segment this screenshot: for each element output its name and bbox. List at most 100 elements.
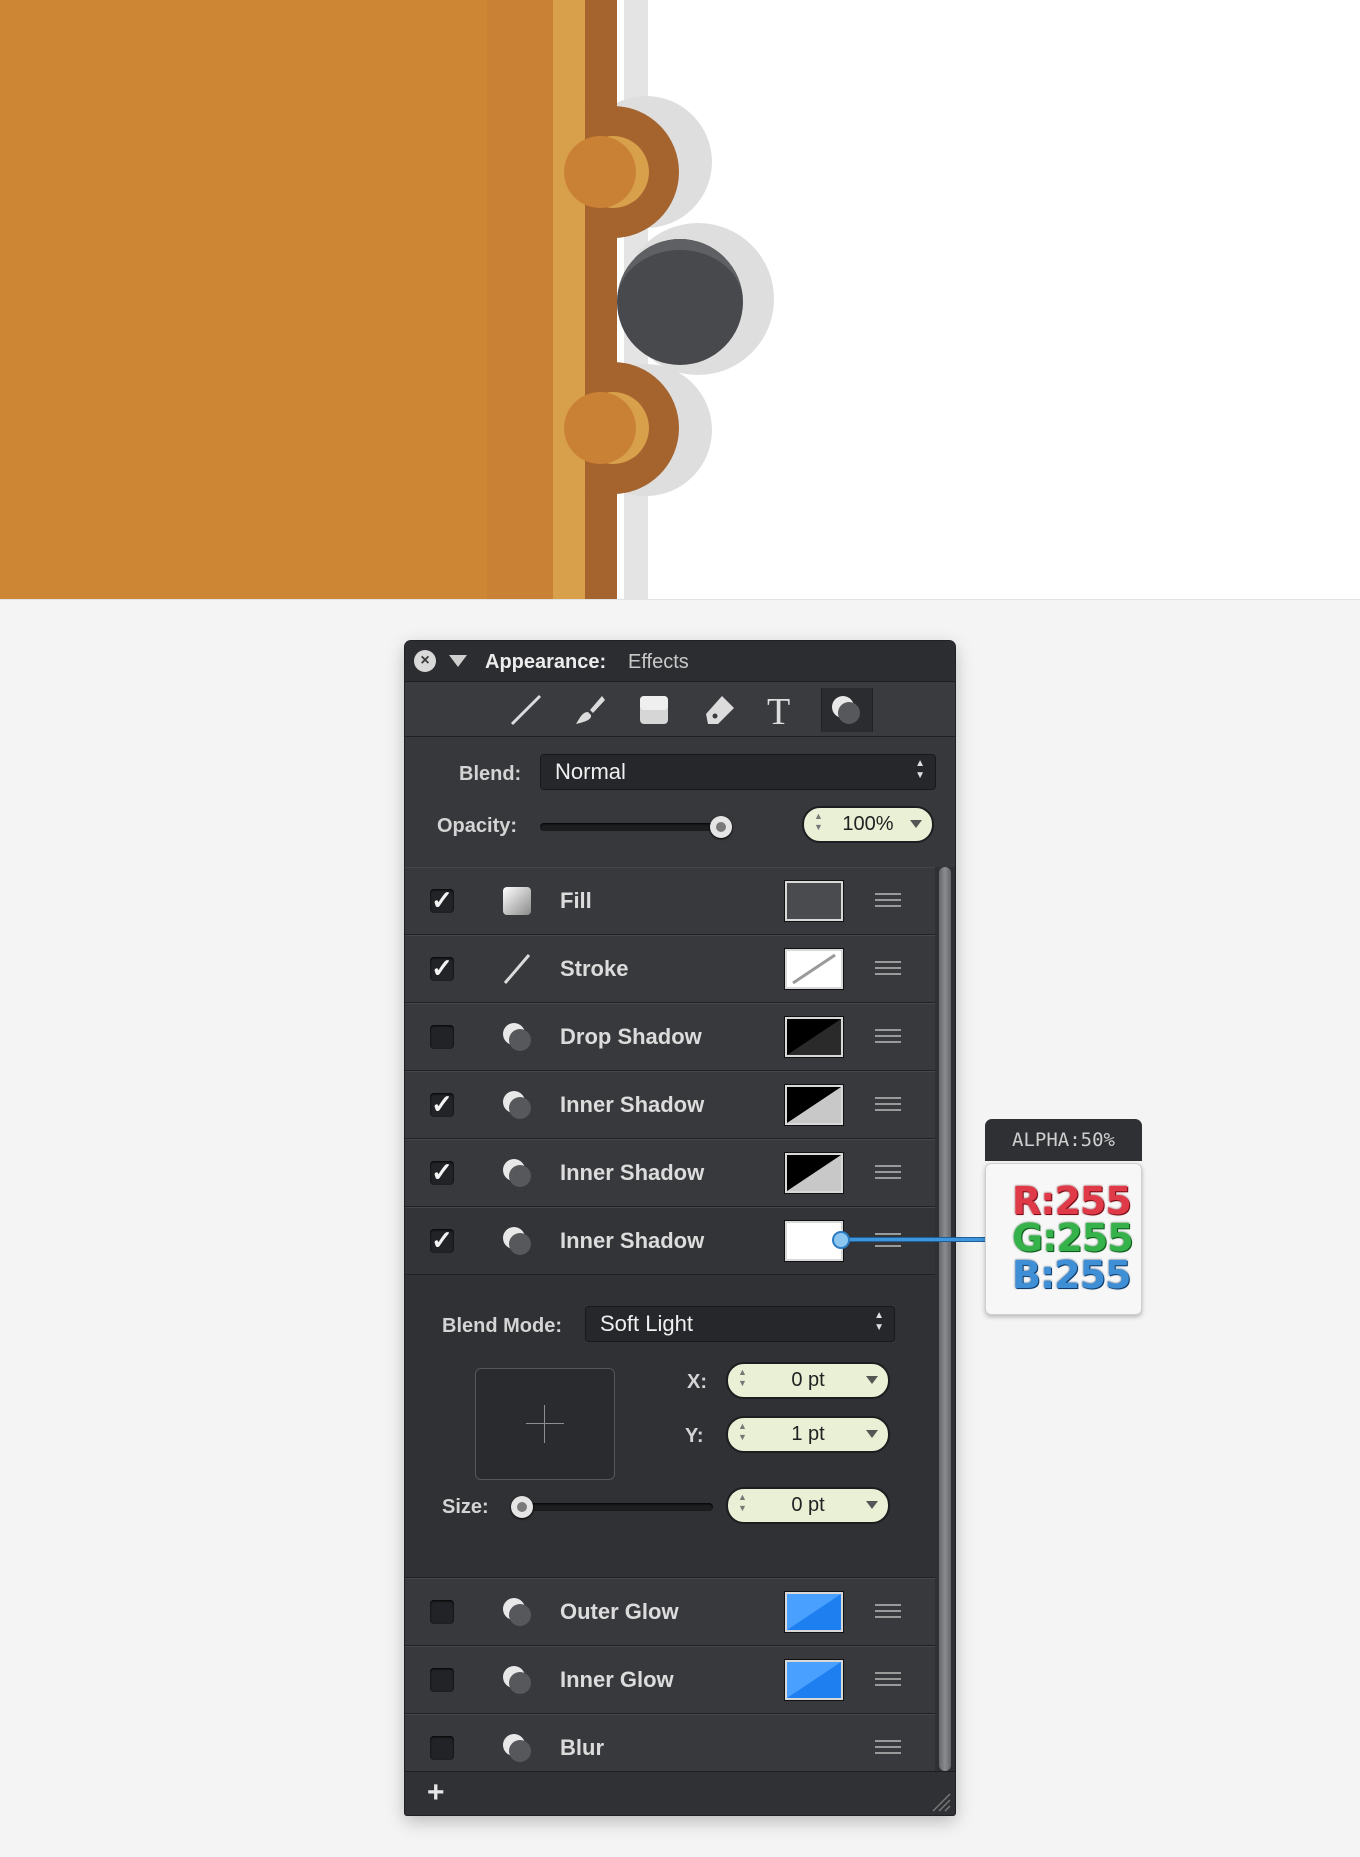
- fill-swatch[interactable]: [785, 881, 843, 921]
- blend-mode-value: Soft Light: [600, 1311, 693, 1336]
- drop-shadow-checkbox[interactable]: [430, 1025, 454, 1049]
- chevron-down-icon[interactable]: [866, 1501, 878, 1509]
- effect-label: Inner Shadow: [560, 1160, 705, 1185]
- panel-title-label: Appearance:: [485, 651, 607, 673]
- stitch-strip: [553, 0, 585, 600]
- clip-top-rivet: [564, 136, 636, 208]
- appearance-toolbar: T: [405, 682, 955, 737]
- effect-row-inner-glow[interactable]: Inner Glow: [405, 1646, 935, 1714]
- effect-icon: [503, 1023, 531, 1051]
- binding-strap: [585, 0, 617, 600]
- drag-handle-icon[interactable]: [875, 893, 901, 907]
- inner-shadow-swatch[interactable]: [785, 1153, 843, 1193]
- x-stepper[interactable]: ▲ ▼ 0 pt: [726, 1362, 890, 1399]
- add-effect-button[interactable]: +: [427, 1776, 445, 1810]
- size-stepper[interactable]: ▲ ▼ 0 pt: [726, 1487, 890, 1524]
- effect-icon: [503, 1734, 531, 1762]
- select-arrows-icon: ▲ ▼: [915, 758, 925, 781]
- inner-glow-swatch[interactable]: [785, 1660, 843, 1700]
- offset-pad[interactable]: [475, 1368, 615, 1480]
- effect-row-fill[interactable]: ✓ Fill: [405, 867, 935, 935]
- blend-value: Normal: [555, 759, 626, 784]
- green-value: G:255: [1012, 1216, 1134, 1260]
- fill-checkbox[interactable]: ✓: [430, 887, 454, 913]
- text-tool-icon: T: [767, 691, 791, 733]
- blend-mode-label: Blend Mode:: [442, 1315, 562, 1337]
- effects-scrollbar[interactable]: [935, 867, 955, 1771]
- effect-icon: [503, 1091, 531, 1119]
- effect-label: Stroke: [560, 956, 629, 981]
- close-icon[interactable]: ×: [414, 650, 436, 672]
- offset-crosshair-v: [544, 1405, 545, 1443]
- effect-label: Blur: [560, 1735, 604, 1760]
- effect-label: Outer Glow: [560, 1599, 679, 1624]
- collapse-arrow-icon[interactable]: [449, 655, 467, 667]
- stroke-icon: [503, 954, 531, 984]
- effect-label: Inner Shadow: [560, 1228, 705, 1253]
- chevron-down-icon[interactable]: [866, 1430, 878, 1438]
- effect-row-inner-shadow[interactable]: ✓ Inner Shadow: [405, 1071, 935, 1139]
- eraser-tool-icon: [706, 696, 734, 724]
- opacity-slider[interactable]: [540, 823, 732, 831]
- opacity-stepper[interactable]: ▲ ▼ 100%: [802, 806, 934, 843]
- effects-tool-icon: [832, 696, 860, 724]
- effect-row-outer-glow[interactable]: Outer Glow: [405, 1578, 935, 1646]
- fill-tool-button[interactable]: [629, 688, 679, 732]
- inner-shadow-swatch[interactable]: [785, 1085, 843, 1125]
- blend-select[interactable]: Normal ▲ ▼: [540, 754, 936, 790]
- stroke-tool-button[interactable]: [501, 688, 551, 732]
- effects-list: ✓ Fill ✓ Stroke Drop Shadow ✓ Inner Shad…: [405, 867, 935, 1782]
- appearance-panel: × Appearance: Effects T Blend: Normal ▲ ▼…: [405, 641, 955, 1815]
- offset-crosshair-h: [526, 1423, 564, 1424]
- outer-glow-checkbox[interactable]: [430, 1600, 454, 1624]
- panel-titlebar[interactable]: × Appearance: Effects: [405, 641, 955, 682]
- drag-handle-icon[interactable]: [875, 961, 901, 975]
- stroke-swatch[interactable]: [785, 949, 843, 989]
- effect-label: Inner Glow: [560, 1667, 674, 1692]
- blend-mode-select[interactable]: Soft Light ▲ ▼: [585, 1306, 895, 1342]
- drag-handle-icon[interactable]: [875, 1740, 901, 1754]
- clip-bottom-fill: [487, 392, 553, 464]
- eraser-tool-button[interactable]: [695, 688, 745, 732]
- callout-connector: [838, 1238, 986, 1241]
- chevron-down-icon[interactable]: [866, 1376, 878, 1384]
- effect-row-drop-shadow[interactable]: Drop Shadow: [405, 1003, 935, 1071]
- chevron-down-icon[interactable]: [910, 820, 922, 828]
- leather-fold: [487, 0, 553, 600]
- drag-handle-icon[interactable]: [875, 1029, 901, 1043]
- size-slider-knob[interactable]: [511, 1496, 533, 1518]
- blue-value: B:255: [1012, 1253, 1131, 1297]
- inner-shadow-checkbox[interactable]: ✓: [430, 1227, 454, 1253]
- inner-shadow-checkbox[interactable]: ✓: [430, 1091, 454, 1117]
- y-stepper[interactable]: ▲ ▼ 1 pt: [726, 1416, 890, 1453]
- blend-label: Blend:: [459, 763, 522, 785]
- drag-handle-icon[interactable]: [875, 1097, 901, 1111]
- size-value: 0 pt: [791, 1494, 825, 1516]
- effect-row-stroke[interactable]: ✓ Stroke: [405, 935, 935, 1003]
- inner-glow-checkbox[interactable]: [430, 1668, 454, 1692]
- brush-tool-button[interactable]: [565, 688, 615, 732]
- resize-grip-icon[interactable]: [929, 1790, 951, 1812]
- drag-handle-icon[interactable]: [875, 1165, 901, 1179]
- scrollbar-thumb[interactable]: [939, 867, 951, 1771]
- panel-title-value: Effects: [628, 651, 689, 673]
- effect-row-inner-shadow-selected[interactable]: ✓ Inner Shadow: [405, 1207, 935, 1275]
- select-arrows-icon: ▲ ▼: [874, 1310, 884, 1333]
- drag-handle-icon[interactable]: [875, 1672, 901, 1686]
- effects-tool-button[interactable]: [821, 688, 873, 732]
- panel-bottom-bar: +: [405, 1771, 955, 1815]
- blur-checkbox[interactable]: [430, 1736, 454, 1760]
- clip-top-fill: [487, 136, 553, 208]
- inner-shadow-checkbox[interactable]: ✓: [430, 1159, 454, 1185]
- inner-shadow-settings: Blend Mode: Soft Light ▲ ▼ X: ▲ ▼ 0 pt Y: …: [405, 1275, 935, 1578]
- text-tool-button[interactable]: T: [757, 688, 807, 733]
- red-value: R:255: [1012, 1179, 1132, 1223]
- opacity-slider-knob[interactable]: [710, 816, 732, 838]
- drop-shadow-swatch[interactable]: [785, 1017, 843, 1057]
- outer-glow-swatch[interactable]: [785, 1592, 843, 1632]
- drag-handle-icon[interactable]: [875, 1604, 901, 1618]
- effect-row-inner-shadow[interactable]: ✓ Inner Shadow: [405, 1139, 935, 1207]
- stroke-checkbox[interactable]: ✓: [430, 955, 454, 981]
- effect-icon: [503, 1159, 531, 1187]
- size-slider[interactable]: [513, 1503, 713, 1511]
